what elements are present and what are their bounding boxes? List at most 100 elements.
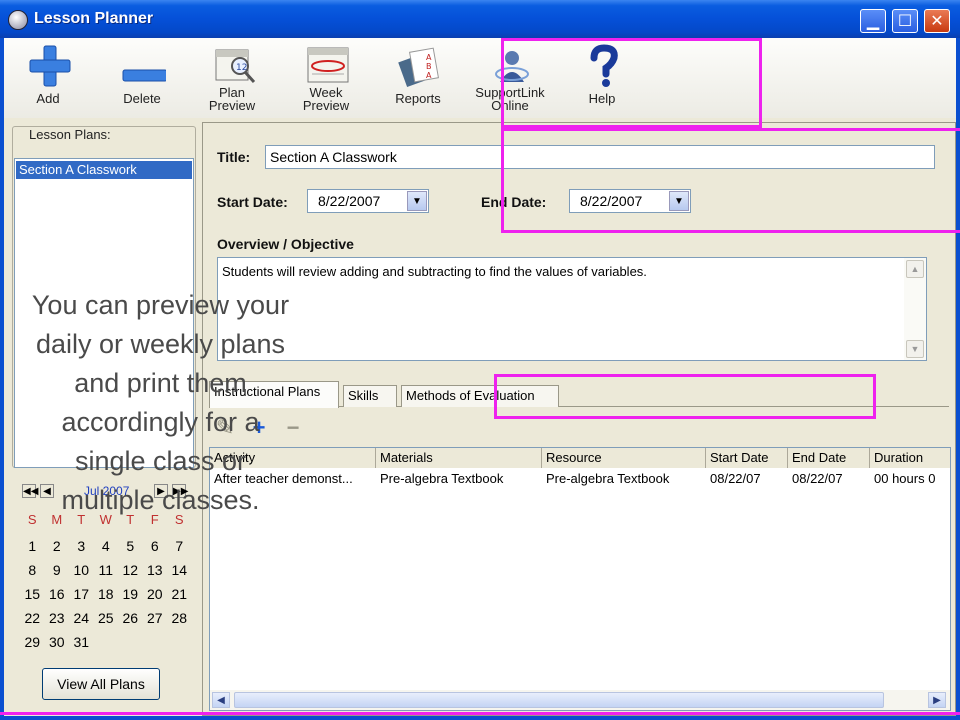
horizontal-scrollbar[interactable]: ◀ ▶ — [210, 690, 950, 710]
lesson-plans-legend: Lesson Plans: — [27, 127, 113, 142]
calendar-day[interactable]: 25 — [94, 606, 119, 630]
column-header-end-date[interactable]: End Date — [788, 448, 870, 468]
start-date-picker[interactable]: 8/22/2007 ▼ — [307, 189, 429, 213]
overview-scrollbar[interactable]: ▲ ▼ — [904, 258, 926, 360]
calendar-day[interactable]: 30 — [45, 630, 70, 654]
list-item[interactable]: Section A Classwork — [16, 161, 192, 179]
lesson-planner-window: Lesson Planner ▁ ☐ ✕ Add Delete 12 Plan … — [0, 0, 960, 720]
plus-icon — [29, 45, 71, 87]
chevron-down-icon[interactable]: ▼ — [407, 191, 427, 211]
plan-preview-button[interactable]: 12 Plan Preview — [192, 42, 272, 114]
scroll-thumb[interactable] — [234, 692, 884, 708]
scroll-up-icon[interactable]: ▲ — [906, 260, 924, 278]
reports-button[interactable]: A B A Reports — [378, 42, 458, 114]
calendar-day[interactable]: 13 — [143, 558, 168, 582]
calendar-magnifier-icon: 12 — [215, 49, 256, 84]
calendar-day[interactable]: 29 — [20, 630, 45, 654]
table-cell: Pre-algebra Textbook — [380, 471, 504, 486]
svg-text:A: A — [426, 71, 432, 80]
week-calendar-icon — [307, 47, 349, 83]
start-date-label: Start Date: — [217, 194, 288, 210]
close-button[interactable]: ✕ — [924, 9, 950, 33]
column-header-duration[interactable]: Duration — [870, 448, 950, 468]
calendar-day[interactable]: 14 — [167, 558, 192, 582]
calendar-day[interactable]: 7 — [167, 534, 192, 558]
week-preview-button[interactable]: Week Preview — [286, 42, 366, 114]
table-cell: 00 hours 0 — [874, 471, 936, 486]
delete-label: Delete — [123, 91, 161, 106]
calendar-day[interactable]: 26 — [118, 606, 143, 630]
toolbar: Add Delete 12 Plan Preview Week Preview … — [4, 38, 956, 118]
calendar-day[interactable]: 20 — [143, 582, 168, 606]
instructional-plans-grid: Activity Materials Resource Start Date E… — [209, 447, 951, 711]
calendar-day[interactable]: 15 — [20, 582, 45, 606]
calendar-day[interactable]: 19 — [118, 582, 143, 606]
column-header-resource[interactable]: Resource — [542, 448, 706, 468]
column-header-start-date[interactable]: Start Date — [706, 448, 788, 468]
plan-preview-label-line2: Preview — [208, 98, 256, 113]
calendar-day[interactable]: 18 — [94, 582, 119, 606]
minimize-icon: ▁ — [866, 13, 880, 30]
highlight-line-bottom — [0, 712, 960, 720]
calendar-day[interactable]: 9 — [45, 558, 70, 582]
start-date-value: 8/22/2007 — [318, 193, 381, 209]
tab-skills[interactable]: Skills — [343, 385, 397, 407]
calendar-day[interactable]: 24 — [69, 606, 94, 630]
overlay-caption: You can preview your daily or weekly pla… — [31, 290, 290, 515]
table-cell: 08/22/07 — [792, 471, 843, 486]
calendar-day[interactable]: 22 — [20, 606, 45, 630]
title-label: Title: — [217, 149, 251, 165]
calendar-day[interactable]: 17 — [69, 582, 94, 606]
calendar-day[interactable]: 2 — [45, 534, 70, 558]
minus-icon — [122, 69, 166, 82]
svg-text:B: B — [426, 62, 432, 71]
scroll-left-icon[interactable]: ◀ — [212, 692, 230, 708]
reports-icon: A B A — [398, 47, 440, 87]
calendar-day[interactable]: 6 — [143, 534, 168, 558]
scroll-down-icon[interactable]: ▼ — [906, 340, 924, 358]
calendar-grid[interactable]: 1 2 3 4 5 6 7 8 9 10 11 12 13 14 15 16 17 18 19 20 21 22 23 24 2… — [20, 534, 192, 654]
calendar-day[interactable]: 8 — [20, 558, 45, 582]
highlight-box-methods-tab — [494, 374, 876, 419]
calendar-day[interactable]: 11 — [94, 558, 119, 582]
add-label: Add — [36, 91, 60, 106]
calendar-day[interactable]: 4 — [94, 534, 119, 558]
overview-text: Students will review adding and subtract… — [222, 264, 647, 279]
title-bar[interactable]: Lesson Planner ▁ ☐ ✕ — [0, 0, 960, 38]
calendar-day[interactable]: 1 — [20, 534, 45, 558]
highlight-box-end-date — [501, 128, 960, 233]
calendar-day[interactable]: 21 — [167, 582, 192, 606]
calendar-day[interactable]: 3 — [69, 534, 94, 558]
week-preview-label-line2: Preview — [302, 98, 350, 113]
view-all-plans-button[interactable]: View All Plans — [42, 668, 160, 700]
calendar-day[interactable]: 28 — [167, 606, 192, 630]
plan-preview-label: Plan Preview — [192, 86, 272, 112]
grid-header: Activity Materials Resource Start Date E… — [210, 448, 950, 468]
delete-button[interactable]: Delete — [102, 42, 182, 114]
calendar-day[interactable]: 12 — [118, 558, 143, 582]
overview-label: Overview / Objective — [217, 236, 354, 252]
calendar-day[interactable]: 27 — [143, 606, 168, 630]
close-icon: ✕ — [930, 13, 944, 30]
calendar-day[interactable]: 5 — [118, 534, 143, 558]
minimize-button[interactable]: ▁ — [860, 9, 886, 33]
grid-toolbar: ✎ + − — [209, 415, 949, 443]
calendar-day[interactable]: 10 — [69, 558, 94, 582]
maximize-icon: ☐ — [897, 13, 913, 30]
reports-label: Reports — [395, 91, 441, 106]
table-cell: Pre-algebra Textbook — [546, 471, 670, 486]
calendar-day[interactable]: 23 — [45, 606, 70, 630]
add-button[interactable]: Add — [8, 42, 88, 114]
column-header-materials[interactable]: Materials — [376, 448, 542, 468]
highlight-box-supportlink-help — [501, 38, 762, 128]
week-preview-label: Week Preview — [286, 86, 366, 112]
table-cell: 08/22/07 — [710, 471, 761, 486]
calendar-day[interactable]: 16 — [45, 582, 70, 606]
window-title: Lesson Planner — [34, 10, 154, 27]
calendar-day[interactable]: 31 — [69, 630, 94, 654]
scroll-right-icon[interactable]: ▶ — [928, 692, 946, 708]
svg-text:A: A — [426, 53, 432, 62]
app-icon — [8, 10, 28, 30]
overview-textarea[interactable]: Students will review adding and subtract… — [217, 257, 927, 361]
maximize-button[interactable]: ☐ — [892, 9, 918, 33]
